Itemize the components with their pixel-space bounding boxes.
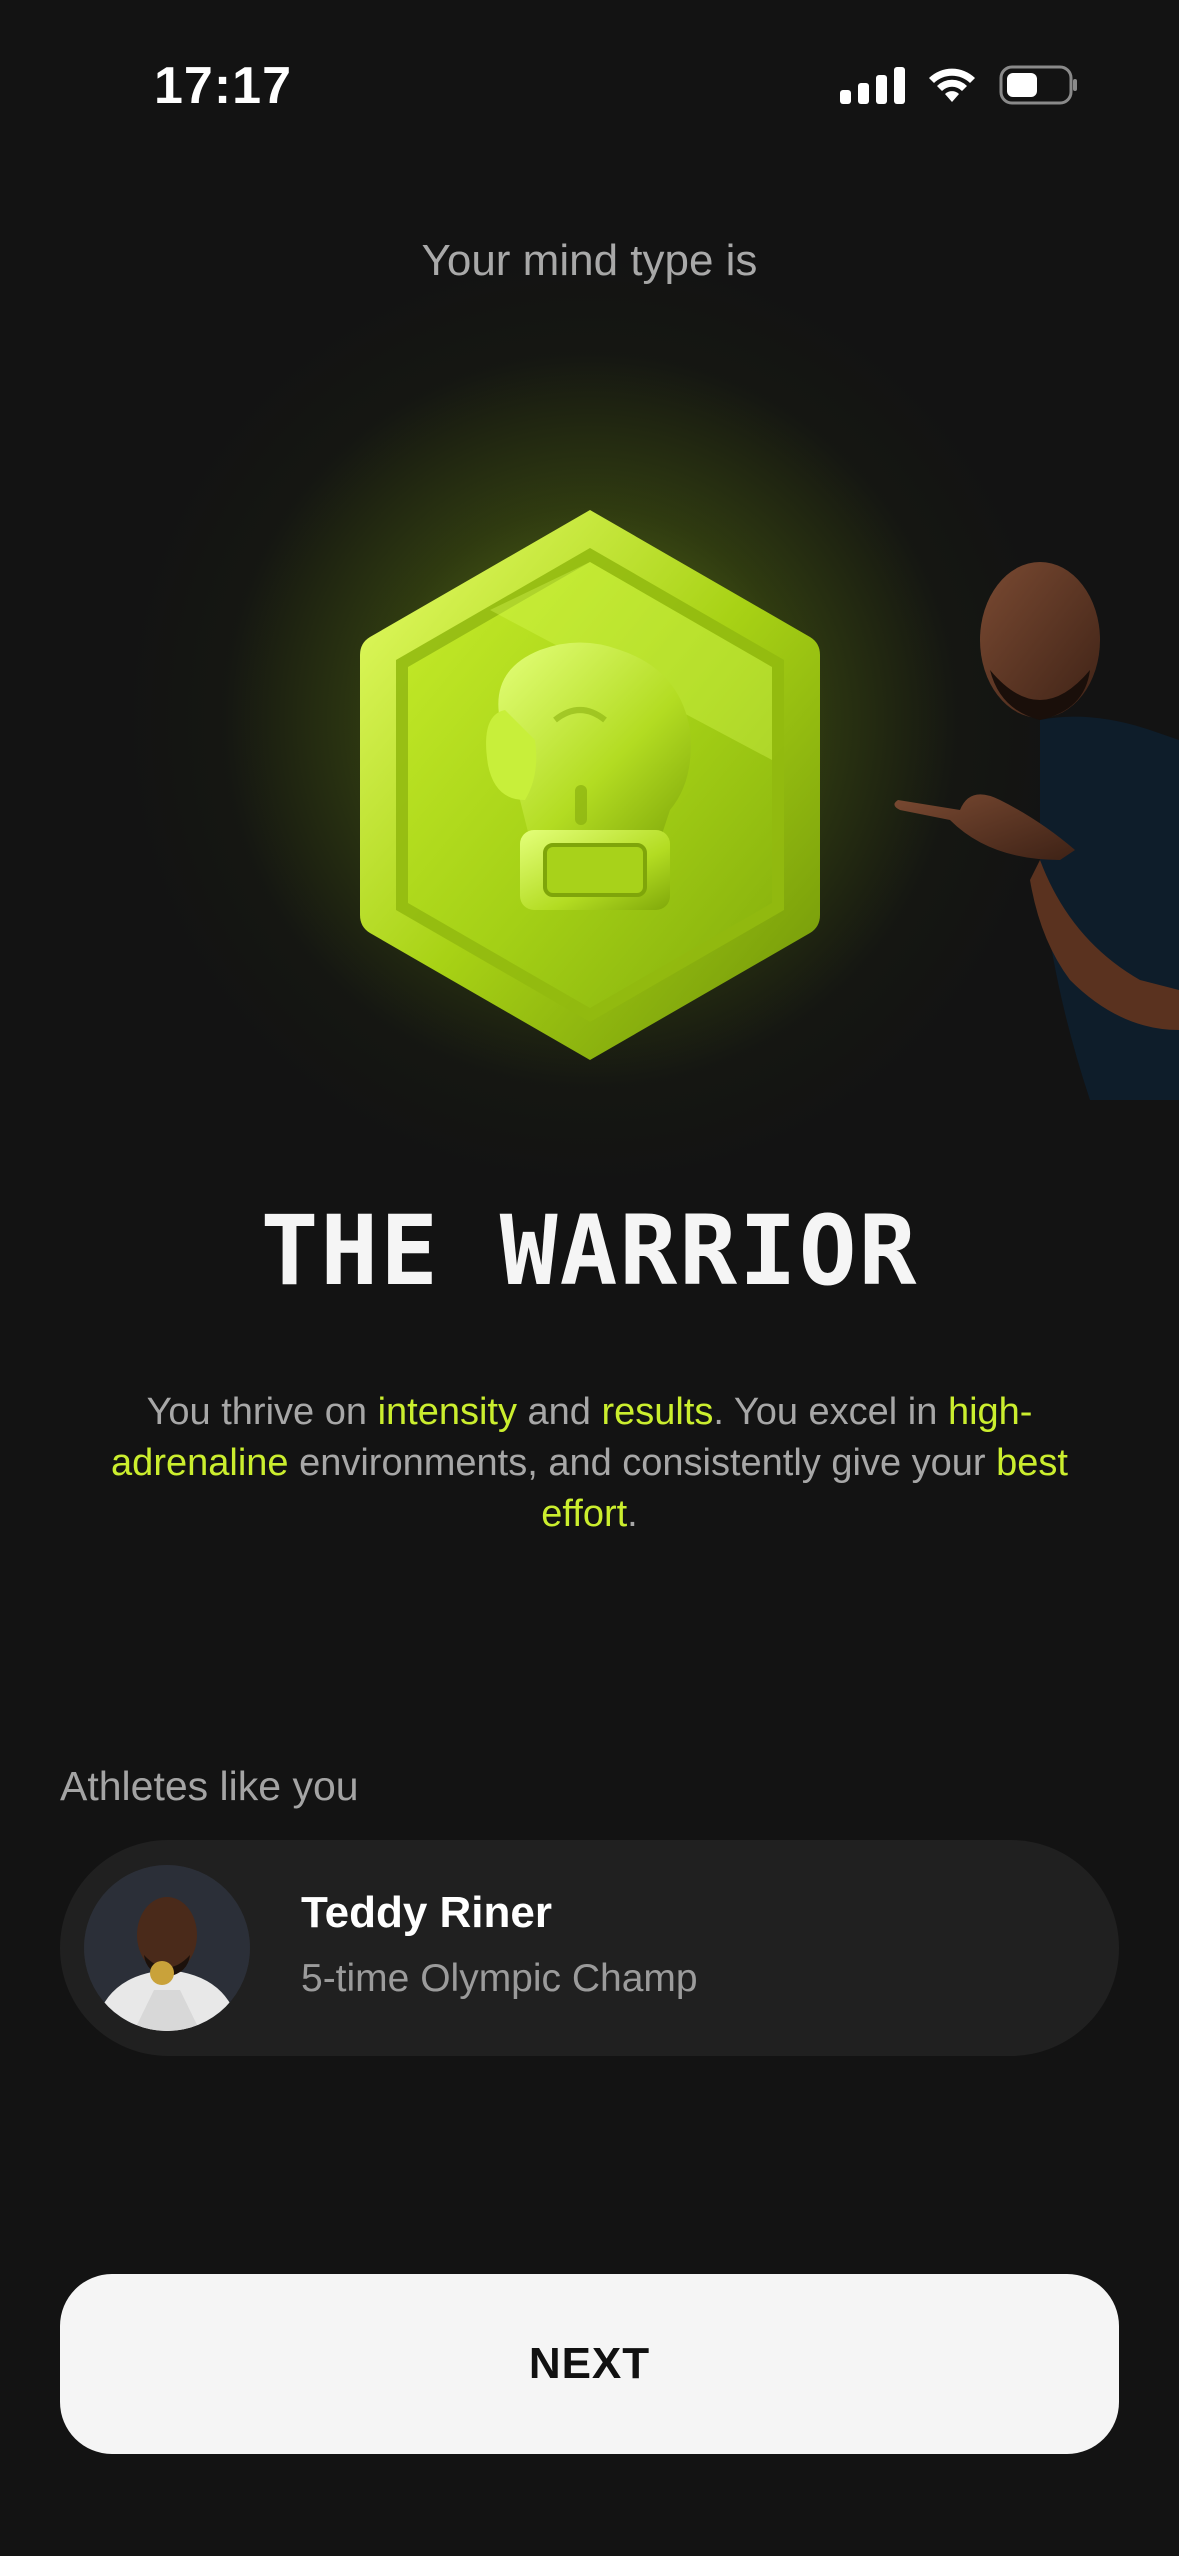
highlight-results: results <box>601 1391 714 1433</box>
athletes-section-label: Athletes like you <box>60 1763 359 1809</box>
cellular-signal-icon <box>840 66 905 104</box>
next-button[interactable]: NEXT <box>60 2274 1119 2454</box>
status-time: 17:17 <box>154 57 292 115</box>
mind-type-description: You thrive on intensity and results. You… <box>111 1391 1068 1535</box>
athlete-description: 5-time Olympic Champ <box>301 1957 698 2000</box>
status-bar: 17:17 <box>0 0 1179 175</box>
wifi-icon <box>929 68 975 102</box>
highlight-intensity: intensity <box>377 1391 517 1433</box>
battery-icon <box>999 65 1077 105</box>
mind-type-title: THE WARRIOR <box>260 1195 919 1307</box>
athlete-name: Teddy Riner <box>301 1888 553 1937</box>
athlete-pointing-image <box>894 562 1179 1100</box>
athlete-avatar <box>84 1865 250 2031</box>
status-icons <box>840 62 1079 108</box>
athlete-card[interactable]: Teddy Riner 5-time Olympic Champ <box>60 1840 1119 2056</box>
boxing-glove-badge-icon <box>360 510 820 1060</box>
